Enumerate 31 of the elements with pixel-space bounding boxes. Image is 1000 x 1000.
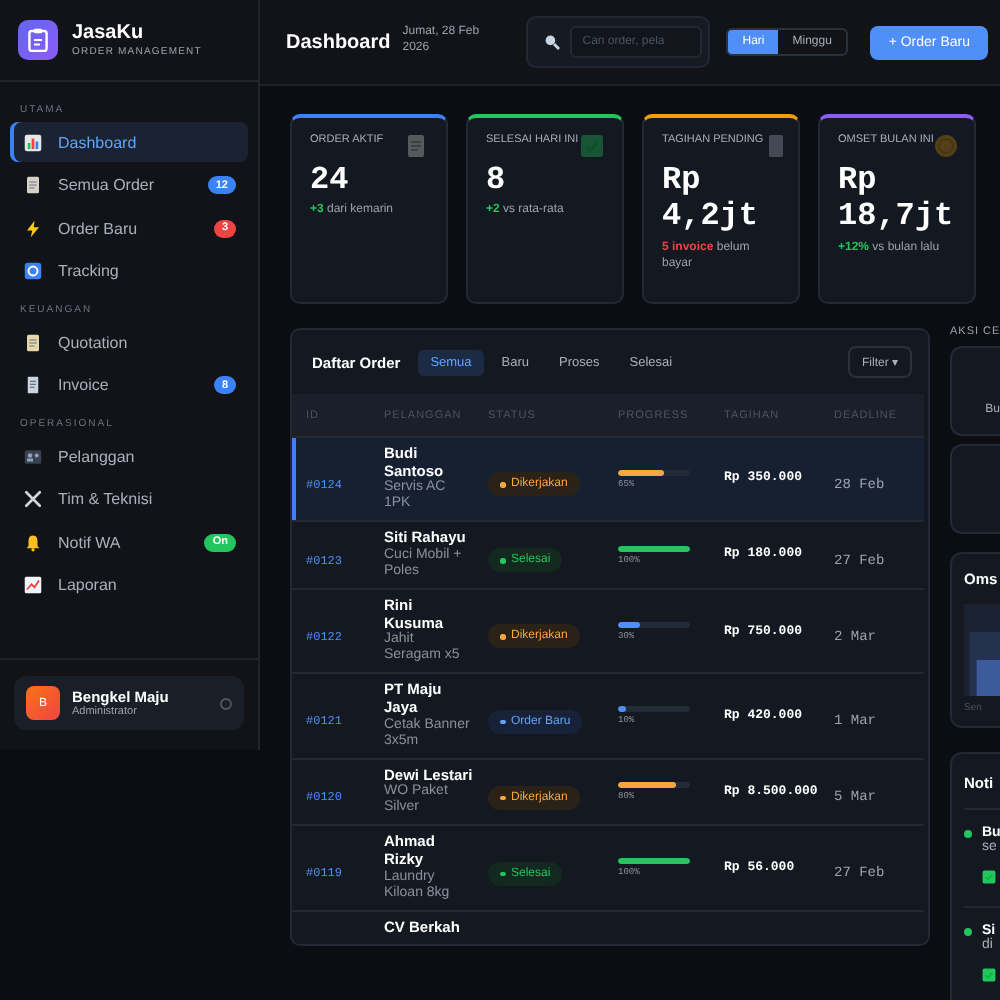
lightning-icon [24,219,42,237]
stat-value: 24 [310,162,351,199]
logo-icon [18,20,58,60]
action-card[interactable] [950,444,1000,534]
app-name: JasaKu [72,22,146,44]
check-icon [580,134,604,158]
status-dot [964,928,972,936]
sidebar-item[interactable]: Quotation [10,322,248,362]
coin-icon [933,134,958,158]
stat-value: Rp 18,7jt [838,162,956,236]
memo-icon [24,333,42,351]
bar-chart-icon [24,133,42,151]
bell-icon [24,533,42,551]
line-chart-icon [24,576,42,594]
status-dot [964,830,972,838]
cycle-icon [24,262,42,280]
clipboard-icon [24,176,42,194]
receipt-icon [24,376,42,394]
document-icon [763,134,788,158]
sidebar-item[interactable]: Pelanggan [10,436,248,476]
sidebar-item[interactable]: Dashboard [10,122,248,162]
people-icon [24,447,42,465]
clipboard-icon [404,134,428,158]
stat-value: Rp 4,2jt [662,162,761,236]
check-icon [982,968,996,982]
check-icon [982,870,996,884]
page-title: Dashboard [286,31,391,53]
sidebar-item[interactable]: Tracking [10,251,248,291]
sidebar-item[interactable]: Tim & Teknisi [10,479,248,519]
stat-value: 8 [486,162,508,199]
sidebar-item[interactable]: Laporan [10,565,248,605]
